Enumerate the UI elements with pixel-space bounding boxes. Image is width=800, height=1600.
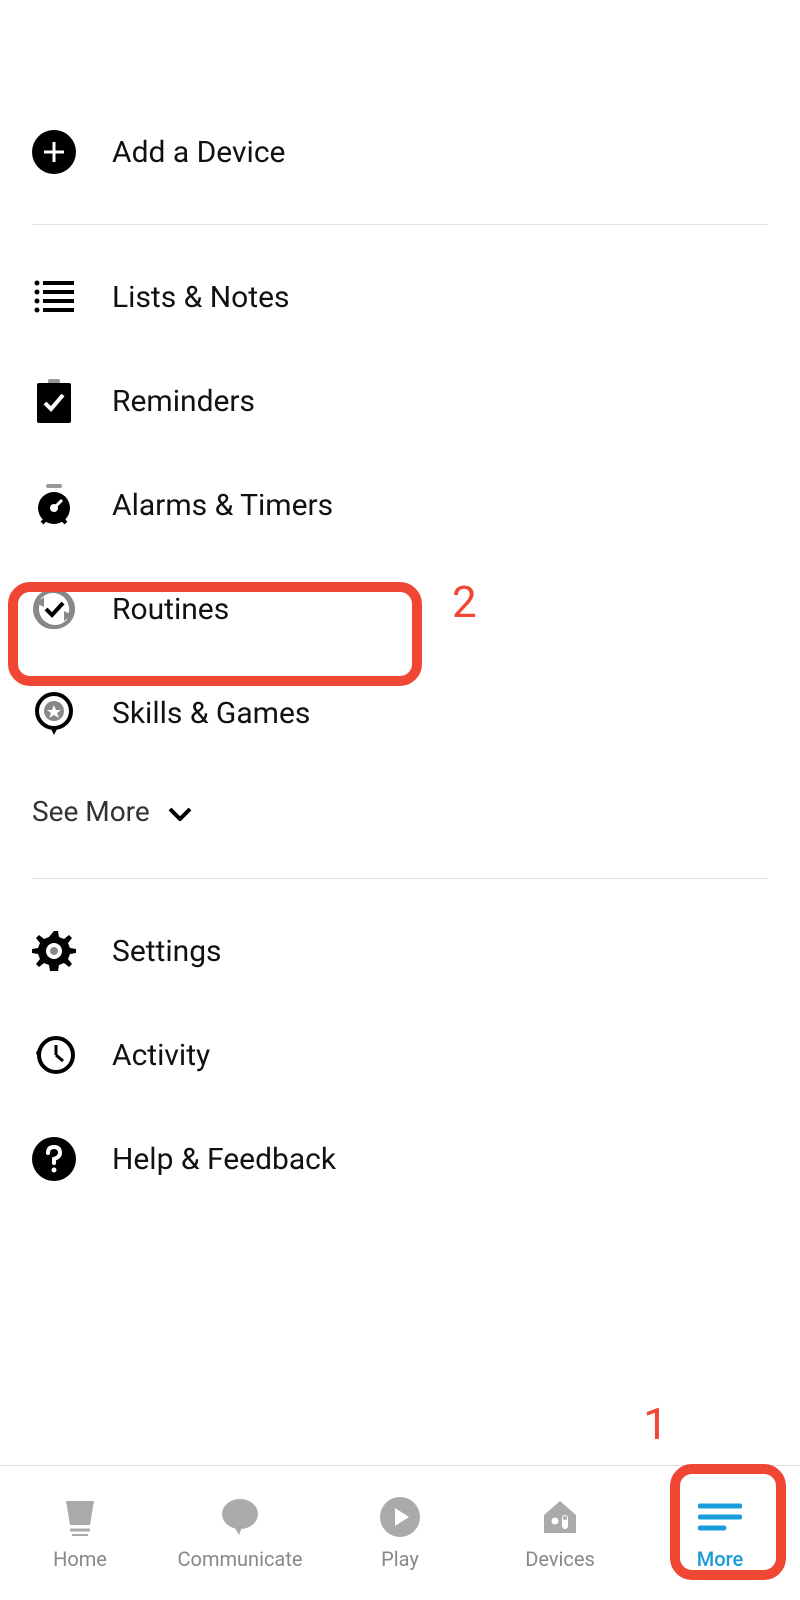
devices-icon xyxy=(538,1495,582,1539)
nav-label: Communicate xyxy=(178,1547,303,1571)
menu-label: Add a Device xyxy=(112,135,285,170)
menu-label: Alarms & Timers xyxy=(112,488,333,523)
more-icon xyxy=(698,1495,742,1539)
menu-label: Lists & Notes xyxy=(112,280,290,315)
menu-item-help-feedback[interactable]: Help & Feedback xyxy=(0,1107,800,1211)
routines-icon xyxy=(32,587,76,631)
nav-item-play[interactable]: Play xyxy=(320,1495,480,1571)
menu-item-routines[interactable]: Routines xyxy=(0,557,800,661)
activity-icon xyxy=(32,1033,76,1077)
help-icon xyxy=(32,1137,76,1181)
divider xyxy=(32,878,768,879)
play-icon xyxy=(378,1495,422,1539)
menu-label: Routines xyxy=(112,592,229,627)
menu-item-activity[interactable]: Activity xyxy=(0,1003,800,1107)
see-more-button[interactable]: See More xyxy=(0,765,800,858)
chevron-down-icon xyxy=(168,795,192,828)
see-more-label: See More xyxy=(32,795,150,828)
gear-icon xyxy=(32,929,76,973)
menu-label: Reminders xyxy=(112,384,255,419)
plus-circle-icon xyxy=(32,130,76,174)
nav-item-devices[interactable]: Devices xyxy=(480,1495,640,1571)
skills-games-icon xyxy=(32,691,76,735)
menu-label: Activity xyxy=(112,1038,210,1073)
menu-item-reminders[interactable]: Reminders xyxy=(0,349,800,453)
menu-label: Help & Feedback xyxy=(112,1142,336,1177)
nav-label: Home xyxy=(53,1547,107,1571)
nav-item-home[interactable]: Home xyxy=(0,1495,160,1571)
bottom-nav: Home Communicate Play D xyxy=(0,1465,800,1600)
menu-item-alarms-timers[interactable]: Alarms & Timers xyxy=(0,453,800,557)
nav-label: Play xyxy=(381,1547,419,1571)
nav-item-communicate[interactable]: Communicate xyxy=(160,1495,320,1571)
communicate-icon xyxy=(218,1495,262,1539)
clipboard-check-icon xyxy=(32,379,76,423)
annotation-label-1: 1 xyxy=(643,1398,668,1450)
nav-label: Devices xyxy=(525,1547,595,1571)
nav-label: More xyxy=(697,1547,743,1571)
menu-item-lists-notes[interactable]: Lists & Notes xyxy=(0,245,800,349)
home-icon xyxy=(58,1495,102,1539)
menu-item-skills-games[interactable]: Skills & Games xyxy=(0,661,800,765)
menu-item-add-device[interactable]: Add a Device xyxy=(0,100,800,204)
menu-item-settings[interactable]: Settings xyxy=(0,899,800,1003)
nav-item-more[interactable]: More xyxy=(640,1495,800,1571)
alarm-clock-icon xyxy=(32,483,76,527)
menu-label: Settings xyxy=(112,934,222,969)
divider xyxy=(32,224,768,225)
list-icon xyxy=(32,275,76,319)
menu-label: Skills & Games xyxy=(112,696,310,731)
